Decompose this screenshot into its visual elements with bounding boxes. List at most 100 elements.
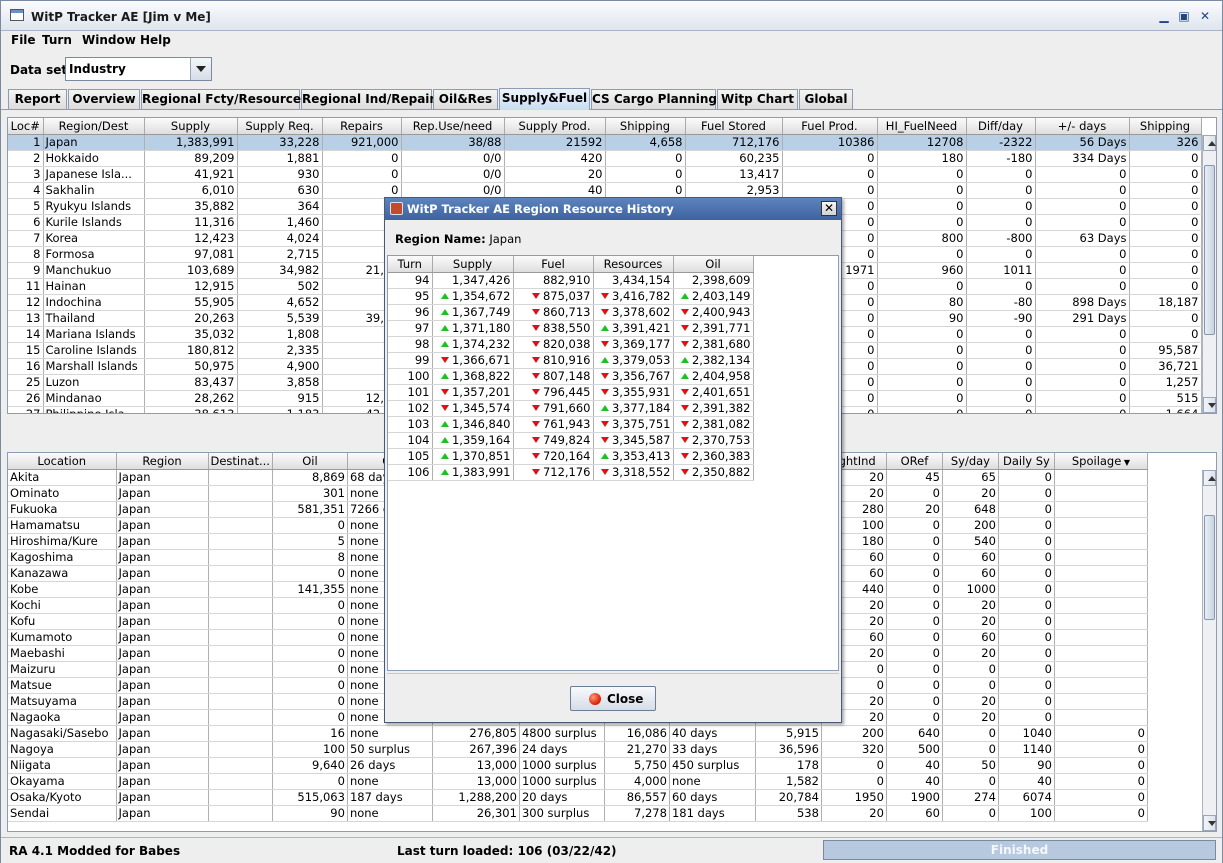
table-row[interactable]: 98 1,374,232 820,038 3,369,177 2,381,680 — [388, 336, 754, 353]
table-row[interactable]: Okayama Japan 0 none 13,000 1000 surplus 4,000… — [8, 773, 1148, 790]
close-window-icon[interactable]: ✕ — [1198, 9, 1212, 23]
table-cell: Japan — [116, 677, 209, 694]
column-header[interactable]: Supply Prod. — [504, 118, 606, 135]
table-cell: 2,360,383 — [673, 448, 754, 465]
table-cell — [208, 709, 273, 726]
column-header[interactable]: Fuel Stored — [685, 118, 783, 135]
table-row[interactable]: 1 Japan 1,383,991 33,228 921,000 38/88 21592 4,… — [8, 134, 1202, 151]
table-cell: 95,587 — [1129, 342, 1202, 359]
table-row[interactable]: 94 1,347,426 882,910 3,434,154 2,398,609 — [388, 272, 754, 289]
bottom-table-scrollbar[interactable] — [1202, 470, 1216, 831]
column-header[interactable]: Region/Dest — [43, 118, 145, 135]
table-row[interactable]: 3 Japanese Isla... 41,921 930 0 0/0 20 0 13,417 0… — [8, 166, 1202, 183]
dataset-select[interactable]: Industry — [65, 57, 212, 81]
table-row[interactable]: 102 1,345,574 791,660 3,377,184 2,391,382 — [388, 400, 754, 417]
table-row[interactable]: 100 1,368,822 807,148 3,356,767 2,404,958 — [388, 368, 754, 385]
table-cell: Matsuyama — [8, 693, 117, 710]
column-header[interactable]: HI_FuelNeed — [877, 118, 967, 135]
column-header[interactable]: Supply — [432, 256, 514, 273]
column-header[interactable]: Region — [116, 453, 209, 470]
table-cell: 50 surplus — [347, 741, 433, 758]
scroll-down-icon[interactable] — [1203, 397, 1216, 413]
tab-supply-fuel[interactable]: Supply&Fuel — [499, 88, 590, 110]
table-row[interactable]: Nagoya Japan 100 50 surplus 267,396 24 days 21… — [8, 741, 1148, 758]
cell-value: 1,383,991 — [451, 465, 511, 479]
trend-down-icon — [680, 421, 689, 427]
menu-turn[interactable]: Turn — [42, 33, 72, 47]
table-row[interactable]: 4 Sakhalin 6,010 630 0 0/0 40 0 2,953 0 0 0 0 0 — [8, 182, 1202, 199]
trend-up-icon — [440, 309, 449, 315]
column-header[interactable]: Diff/day — [966, 118, 1036, 135]
table-row[interactable]: 105 1,370,851 720,164 3,353,413 2,360,383 — [388, 448, 754, 465]
maximize-icon[interactable]: ▣ — [1177, 9, 1191, 23]
table-row[interactable]: Sendai Japan 90 none 26,301 300 surplus 7,278 1… — [8, 805, 1148, 822]
column-header[interactable]: Oil — [272, 453, 348, 470]
column-header[interactable]: Resources — [593, 256, 674, 273]
tab-regional-fcty-resources[interactable]: Regional Fcty/Resources — [141, 89, 308, 109]
column-header[interactable]: +/- days — [1035, 118, 1130, 135]
cell-value: 1,347,426 — [451, 273, 511, 287]
table-cell: 898 Days — [1035, 294, 1130, 311]
column-header[interactable]: Fuel — [513, 256, 594, 273]
column-header[interactable]: Daily Sy — [998, 453, 1055, 470]
tab-witp-chart[interactable]: Witp Chart — [717, 89, 798, 109]
column-header[interactable]: Sy/day — [942, 453, 999, 470]
table-cell: 83,437 — [144, 374, 238, 391]
table-row[interactable]: 96 1,367,749 860,713 3,378,602 2,400,943 — [388, 304, 754, 321]
scroll-down-icon[interactable] — [1203, 815, 1216, 831]
top-table-scrollbar[interactable] — [1202, 135, 1216, 413]
close-button[interactable]: Close — [570, 686, 656, 711]
scroll-up-icon[interactable] — [1203, 135, 1216, 151]
table-row[interactable]: 103 1,346,840 761,943 3,375,751 2,381,082 — [388, 416, 754, 433]
tab-report[interactable]: Report — [8, 89, 67, 109]
table-row[interactable]: 104 1,359,164 749,824 3,345,587 2,370,753 — [388, 432, 754, 449]
column-header[interactable]: Location — [8, 453, 117, 470]
table-row[interactable]: 99 1,366,671 810,916 3,379,053 2,382,134 — [388, 352, 754, 369]
menu-file[interactable]: File — [11, 33, 36, 47]
cell-value: 103 — [407, 417, 430, 431]
trend-up-icon — [440, 469, 449, 475]
table-row[interactable]: Nagasaki/Sasebo Japan 16 none 276,805 4800 su… — [8, 725, 1148, 742]
table-row[interactable]: 2 Hokkaido 89,209 1,881 0 0/0 420 0 60,235 0 180 -1… — [8, 150, 1202, 167]
tab-regional-ind-repair[interactable]: Regional Ind/Repair — [301, 89, 435, 109]
tab-overview[interactable]: Overview — [68, 89, 140, 109]
title-bar[interactable]: WitP Tracker AE [Jim v Me] ▁ ▣ ✕ — [1, 1, 1222, 31]
column-header[interactable]: Supply Req. — [237, 118, 323, 135]
table-row[interactable]: 101 1,357,201 796,445 3,355,931 2,401,651 — [388, 384, 754, 401]
scroll-up-icon[interactable] — [1203, 470, 1216, 486]
column-header[interactable]: Loc# — [8, 118, 44, 135]
column-header[interactable]: Rep.Use/need — [401, 118, 505, 135]
table-cell: 60 — [942, 549, 999, 566]
scroll-thumb[interactable] — [1204, 165, 1215, 335]
column-header[interactable]: Spoilage ▼ — [1054, 453, 1148, 470]
column-header[interactable]: ORef — [886, 453, 943, 470]
cell-value: 3,375,751 — [611, 417, 671, 431]
dialog-close-icon[interactable]: ✕ — [821, 201, 837, 216]
table-row[interactable]: Niigata Japan 9,640 26 days 13,000 1000 surpl… — [8, 757, 1148, 774]
column-header[interactable]: Supply — [144, 118, 238, 135]
table-row[interactable]: 97 1,371,180 838,550 3,391,421 2,391,771 — [388, 320, 754, 337]
table-cell: -80 — [966, 294, 1036, 311]
tab-global[interactable]: Global — [799, 89, 853, 109]
cell-value: 2,381,082 — [691, 417, 751, 431]
column-header[interactable]: Oil — [673, 256, 754, 273]
table-row[interactable]: Osaka/Kyoto Japan 515,063 187 days 1,288,200… — [8, 789, 1148, 806]
tab-oil-res[interactable]: Oil&Res — [433, 89, 498, 109]
column-header[interactable]: Destinat... — [208, 453, 273, 470]
table-row[interactable]: 106 1,383,991 712,176 3,318,552 2,350,882 — [388, 464, 754, 481]
menu-help[interactable]: Help — [140, 33, 171, 47]
column-header[interactable]: Turn — [388, 256, 433, 273]
column-header[interactable]: Shipping — [605, 118, 686, 135]
menu-window[interactable]: Window — [82, 33, 136, 47]
chevron-down-icon[interactable] — [190, 58, 211, 80]
scroll-thumb[interactable] — [1204, 515, 1215, 620]
minimize-icon[interactable]: ▁ — [1157, 9, 1171, 23]
table-row[interactable]: 95 1,354,672 875,037 3,416,782 2,403,149 — [388, 288, 754, 305]
table-cell: 13,417 — [685, 166, 783, 183]
column-header[interactable]: Fuel Prod. — [782, 118, 878, 135]
column-header[interactable]: Shipping — [1129, 118, 1202, 135]
column-header[interactable]: Repairs — [322, 118, 402, 135]
tab-cs-cargo-planning[interactable]: CS Cargo Planning — [591, 89, 717, 109]
dialog-title-bar[interactable]: WitP Tracker AE Region Resource History … — [385, 198, 841, 220]
cell-value: 712,176 — [542, 465, 591, 479]
